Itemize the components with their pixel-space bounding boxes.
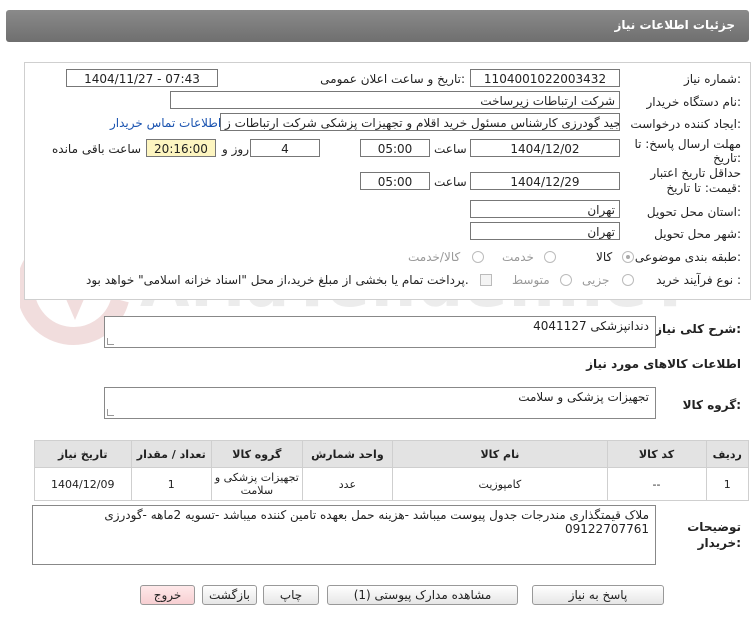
deadline-date-field: 1404/12/02 [470, 139, 620, 157]
days-remaining-field: 4 [250, 139, 320, 157]
category-radio-service[interactable] [544, 251, 556, 263]
buyer-org-field: شرکت ارتباطات زیرساخت [170, 91, 620, 109]
category-option-goods: کالا [596, 250, 613, 264]
deadline-label-date: تاریخ: [713, 151, 741, 165]
process-radio-medium[interactable] [560, 274, 572, 286]
category-radio-goods[interactable] [622, 251, 634, 263]
cell-goods-group: تجهیزات پزشکی و سلامت [211, 467, 303, 501]
page-title: جزئیات اطلاعات نیاز [614, 18, 735, 32]
cell-quantity: 1 [130, 467, 213, 501]
col-header-goods-code: کد کالا [606, 440, 707, 468]
remaining-time-field: 20:16:00 [146, 139, 216, 157]
print-button[interactable]: چاپ [263, 585, 319, 605]
buyer-notes-label: توضیحات [687, 520, 741, 534]
col-header-row-number: ردیف [705, 440, 750, 468]
validity-label: حداقل تاریخ اعتبار [650, 166, 741, 180]
goods-group-textarea[interactable]: تجهیزات پزشکی و سلامت [104, 387, 656, 419]
need-number-label: شماره نیاز: [683, 72, 741, 86]
exit-button[interactable]: خروج [140, 585, 195, 605]
validity-date-field: 1404/12/29 [470, 172, 620, 190]
buyer-org-label: نام دستگاه خریدار: [646, 95, 742, 109]
header: جزئیات اطلاعات نیاز [0, 0, 755, 55]
description-text: دندانپزشکی 4041127 [533, 319, 649, 333]
category-option-goods-service: کالا/خدمت [408, 250, 461, 264]
reply-button[interactable]: پاسخ به نیاز [532, 585, 664, 605]
treasury-payment-note: پرداخت تمام یا بخشی از مبلغ خرید،از محل … [86, 273, 469, 287]
table-header-row: ردیف کد کالا نام کالا واحد شمارش گروه کا… [34, 440, 750, 468]
resize-handle-icon[interactable] [107, 409, 114, 416]
cell-goods-code: -- [606, 467, 707, 501]
col-header-goods-group: گروه کالا [211, 440, 303, 468]
requester-field: مجید گودرزی کارشناس مسئول خرید اقلام و ت… [220, 113, 620, 131]
resize-handle-icon[interactable] [107, 338, 114, 345]
buyer-notes-label-2: خریدار: [697, 536, 741, 550]
category-label: طبقه بندی موضوعی: [634, 250, 741, 264]
process-option-minor: جزیی [582, 273, 610, 287]
treasury-payment-checkbox[interactable] [480, 274, 492, 286]
col-header-goods-name: نام کالا [392, 440, 608, 468]
goods-group-text: تجهیزات پزشکی و سلامت [518, 390, 649, 404]
days-label: روز و [222, 142, 249, 156]
city-field: تهران [470, 222, 620, 240]
buyer-notes-textarea[interactable]: ملاک قیمتگذاری مندرجات جدول پیوست میباشد… [32, 505, 656, 565]
category-option-service: خدمت [502, 250, 534, 264]
col-header-quantity: تعداد / مقدار [130, 440, 213, 468]
table-row: 1 -- کامپوزیت عدد تجهیزات پزشکی و سلامت … [34, 467, 750, 501]
requester-label: ایجاد کننده درخواست: [630, 117, 741, 131]
announce-label: تاریخ و ساعت اعلان عمومی: [320, 72, 465, 86]
need-number-field: 1104001022003432 [470, 69, 620, 87]
cell-row-number: 1 [705, 467, 750, 501]
process-label: نوع فرآیند خرید : [656, 273, 741, 287]
contact-buyer-link[interactable]: اطلاعات تماس خریدار [110, 116, 221, 130]
col-header-unit: واحد شمارش [301, 440, 394, 468]
goods-table: ردیف کد کالا نام کالا واحد شمارش گروه کا… [34, 440, 750, 501]
announce-field: 1404/11/27 - 07:43 [66, 69, 218, 87]
deadline-label: مهلت ارسال پاسخ: تا [634, 137, 741, 151]
validity-time-label: ساعت [434, 175, 467, 189]
col-header-need-date: تاریخ نیاز [34, 440, 132, 468]
validity-time-field: 05:00 [360, 172, 430, 190]
goods-group-label: گروه کالا: [682, 398, 741, 412]
header-bar: جزئیات اطلاعات نیاز [6, 10, 749, 42]
cell-need-date: 1404/12/09 [34, 467, 132, 501]
description-textarea[interactable]: دندانپزشکی 4041127 [104, 316, 656, 348]
cell-unit: عدد [301, 467, 394, 501]
validity-label-date: قیمت: تا تاریخ: [666, 181, 741, 195]
city-label: شهر محل تحویل: [654, 227, 741, 241]
remaining-label: ساعت باقی مانده [52, 142, 142, 156]
process-radio-minor[interactable] [622, 274, 634, 286]
process-option-medium: متوسط [512, 273, 550, 287]
description-label: شرح کلی نیاز: [655, 322, 741, 336]
category-radio-goods-service[interactable] [472, 251, 484, 263]
back-button[interactable]: بازگشت [202, 585, 257, 605]
deadline-time-label: ساعت [434, 142, 467, 156]
province-label: استان محل تحویل: [646, 205, 741, 219]
buyer-notes-line-1: ملاک قیمتگذاری مندرجات جدول پیوست میباشد… [104, 508, 649, 522]
province-field: تهران [470, 200, 620, 218]
attachments-button[interactable]: مشاهده مدارک پیوستی (1) [327, 585, 518, 605]
buyer-notes-line-2: 09122707761 [565, 522, 649, 536]
cell-goods-name: کامپوزیت [392, 467, 608, 501]
deadline-time-field: 05:00 [360, 139, 430, 157]
goods-info-title: اطلاعات کالاهای مورد نیاز [586, 357, 741, 371]
